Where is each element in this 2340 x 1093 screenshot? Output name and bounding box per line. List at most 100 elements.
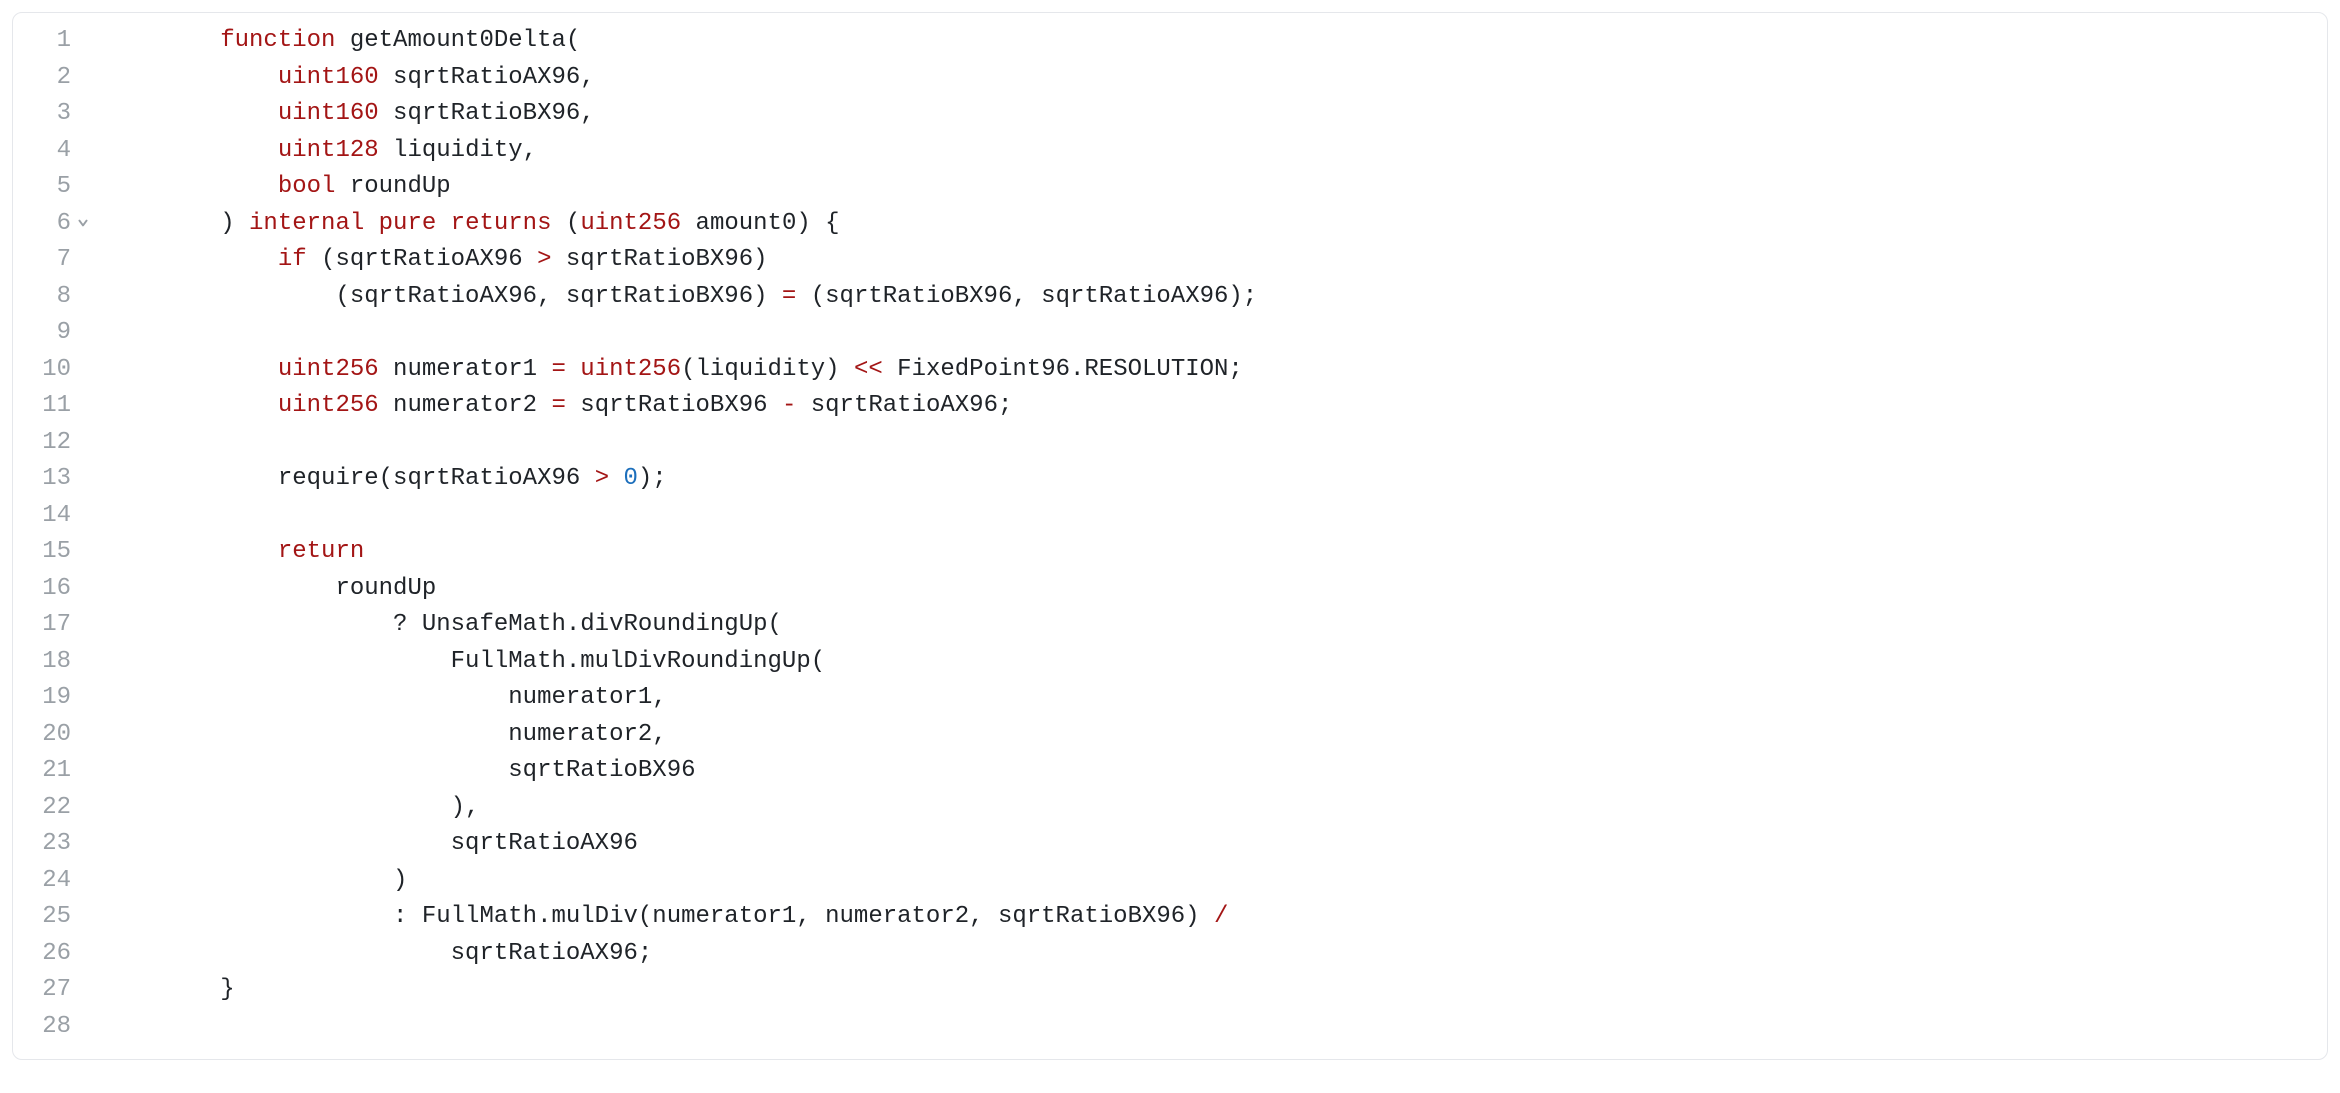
code-content[interactable]: ), [99,790,2327,827]
code-token: uint256 [278,392,379,419]
code-token: (sqrtRatioAX96 [307,246,537,273]
code-content[interactable]: : FullMath.mulDiv(numerator1, numerator2… [99,899,2327,936]
code-token: sqrtRatioBX96 [105,757,696,784]
line-number: 4 [13,133,77,170]
code-line: 8 (sqrtRatioAX96, sqrtRatioBX96) = (sqrt… [13,279,2327,316]
code-line: 6 ) internal pure returns (uint256 amoun… [13,206,2327,243]
code-token: sqrtRatioBX96, [379,100,595,127]
line-number: 25 [13,899,77,936]
code-token: FixedPoint96.RESOLUTION; [883,356,1243,383]
code-token: ( [552,210,581,237]
code-token [436,210,450,237]
code-token [566,356,580,383]
code-token [364,210,378,237]
code-line: 13 require(sqrtRatioAX96 > 0); [13,461,2327,498]
line-number: 8 [13,279,77,316]
code-content[interactable]: uint256 numerator1 = uint256(liquidity) … [99,352,2327,389]
code-line: 16 roundUp [13,571,2327,608]
code-content[interactable]: ? UnsafeMath.divRoundingUp( [99,607,2327,644]
code-token: (sqrtRatioAX96, sqrtRatioBX96) [105,283,782,310]
fold-toggle-icon[interactable] [77,217,99,229]
code-line: 28 [13,1009,2327,1046]
code-token [105,137,278,164]
code-token [105,392,278,419]
code-line: 14 [13,498,2327,535]
code-token: ); [638,465,667,492]
code-token: uint160 [278,64,379,91]
line-number: 12 [13,425,77,462]
code-token: uint160 [278,100,379,127]
code-line: 19 numerator1, [13,680,2327,717]
line-number: 27 [13,972,77,1009]
code-line: 4 uint128 liquidity, [13,133,2327,170]
code-token: uint256 [580,356,681,383]
code-token: ), [105,794,479,821]
line-number: 28 [13,1009,77,1046]
code-content[interactable]: } [99,972,2327,1009]
code-token [105,100,278,127]
code-token: return [278,538,364,565]
code-token: amount0) { [681,210,839,237]
line-number: 24 [13,863,77,900]
code-token: > [595,465,609,492]
code-line: 15 return [13,534,2327,571]
code-line: 21 sqrtRatioBX96 [13,753,2327,790]
code-content[interactable]: ) [99,863,2327,900]
code-line: 3 uint160 sqrtRatioBX96, [13,96,2327,133]
code-line: 27 } [13,972,2327,1009]
code-content[interactable]: sqrtRatioAX96 [99,826,2327,863]
code-line: 23 sqrtRatioAX96 [13,826,2327,863]
code-content[interactable]: uint160 sqrtRatioBX96, [99,96,2327,133]
code-line: 26 sqrtRatioAX96; [13,936,2327,973]
code-content[interactable]: function getAmount0Delta( [99,23,2327,60]
code-token: function [220,27,335,54]
code-token: = [551,392,565,419]
code-token: liquidity, [379,137,537,164]
code-line: 2 uint160 sqrtRatioAX96, [13,60,2327,97]
code-line: 18 FullMath.mulDivRoundingUp( [13,644,2327,681]
code-content[interactable]: uint160 sqrtRatioAX96, [99,60,2327,97]
code-content[interactable]: sqrtRatioAX96; [99,936,2327,973]
code-line: 12 [13,425,2327,462]
line-number: 13 [13,461,77,498]
code-content[interactable]: roundUp [99,571,2327,608]
code-line: 25 : FullMath.mulDiv(numerator1, numerat… [13,899,2327,936]
line-number: 15 [13,534,77,571]
code-content[interactable]: sqrtRatioBX96 [99,753,2327,790]
code-token: uint256 [580,210,681,237]
code-line: 1 function getAmount0Delta( [13,23,2327,60]
line-number: 22 [13,790,77,827]
code-content[interactable]: (sqrtRatioAX96, sqrtRatioBX96) = (sqrtRa… [99,279,2327,316]
code-token: require(sqrtRatioAX96 [105,465,595,492]
code-token: sqrtRatioBX96) [551,246,767,273]
code-token: sqrtRatioAX96; [105,940,652,967]
code-token: = [782,283,796,310]
line-number: 2 [13,60,77,97]
code-token: > [537,246,551,273]
code-content[interactable]: require(sqrtRatioAX96 > 0); [99,461,2327,498]
line-number: 11 [13,388,77,425]
code-line: 5 bool roundUp [13,169,2327,206]
code-line: 11 uint256 numerator2 = sqrtRatioBX96 - … [13,388,2327,425]
code-token: (liquidity) [681,356,854,383]
code-content[interactable]: uint128 liquidity, [99,133,2327,170]
code-token [105,356,278,383]
code-content[interactable]: if (sqrtRatioAX96 > sqrtRatioBX96) [99,242,2327,279]
code-token [105,27,220,54]
code-token: ? UnsafeMath.divRoundingUp( [105,611,782,638]
code-content[interactable]: numerator1, [99,680,2327,717]
code-token: numerator2, [105,721,667,748]
code-token: sqrtRatioAX96; [796,392,1012,419]
line-number: 1 [13,23,77,60]
code-token: bool [278,173,336,200]
code-content[interactable]: return [99,534,2327,571]
code-content[interactable]: bool roundUp [99,169,2327,206]
code-token: if [278,246,307,273]
line-number: 19 [13,680,77,717]
code-token: = [551,356,565,383]
code-content[interactable]: ) internal pure returns (uint256 amount0… [99,206,2327,243]
code-content[interactable]: uint256 numerator2 = sqrtRatioBX96 - sqr… [99,388,2327,425]
code-block: 1 function getAmount0Delta(2 uint160 sqr… [12,12,2328,1060]
code-content[interactable]: FullMath.mulDivRoundingUp( [99,644,2327,681]
code-content[interactable]: numerator2, [99,717,2327,754]
